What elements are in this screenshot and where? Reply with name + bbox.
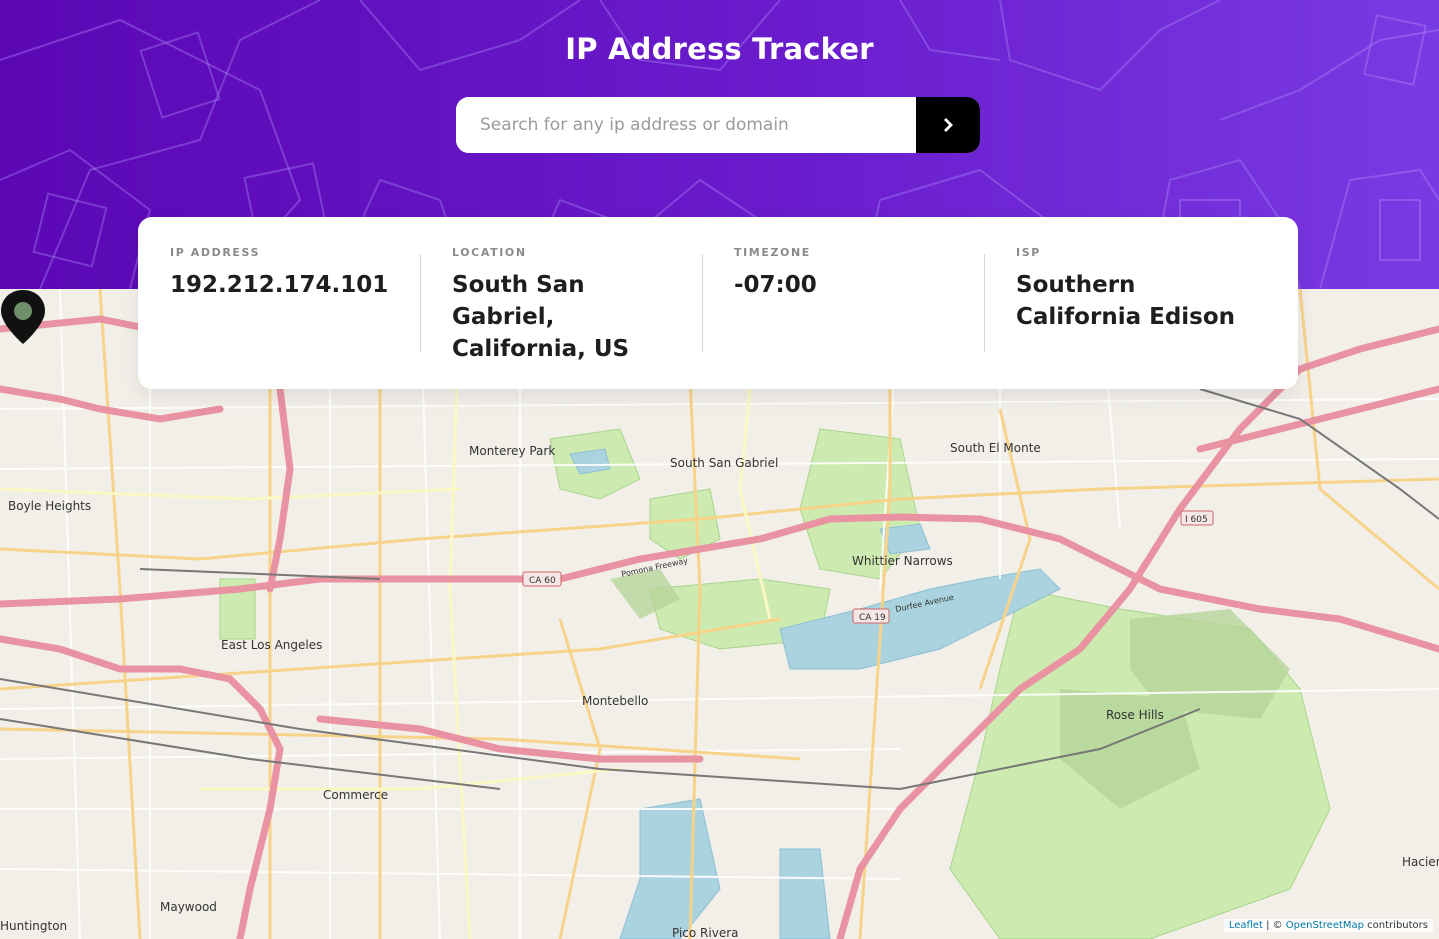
search-button[interactable] [916, 97, 980, 153]
isp-label: ISP [1016, 246, 1041, 259]
ip-value: 192.212.174.101 [170, 272, 389, 298]
ip-section: IP ADDRESS 192.212.174.101 [138, 217, 420, 389]
page-title: IP Address Tracker [565, 32, 874, 66]
chevron-right-icon [944, 118, 953, 132]
location-label: LOCATION [452, 246, 527, 259]
map-shield-ca60: CA 60 [529, 576, 556, 586]
attribution-separator: | © [1262, 920, 1286, 931]
timezone-value: -07:00 [734, 272, 817, 298]
map-label-commerce: Commerce [323, 788, 388, 802]
isp-section: ISP Southern California Edison [984, 217, 1298, 389]
map-attribution: Leaflet | © OpenStreetMap contributors [1223, 919, 1433, 932]
osm-link[interactable]: OpenStreetMap [1286, 920, 1364, 931]
leaflet-link[interactable]: Leaflet [1229, 920, 1263, 931]
search-input[interactable] [456, 97, 916, 153]
isp-value: Southern California Edison [1016, 272, 1236, 330]
map-label-pico-rivera: Pico Rivera [672, 926, 739, 939]
info-card: IP ADDRESS 192.212.174.101 LOCATION Sout… [138, 217, 1298, 389]
map-label-south-el-monte: South El Monte [950, 441, 1041, 455]
map-shield-ca19: CA 19 [859, 613, 886, 623]
location-pin-icon[interactable] [0, 289, 46, 345]
ip-label: IP ADDRESS [170, 246, 261, 259]
map-label-maywood: Maywood [160, 900, 217, 914]
map-label-whittier-narrows: Whittier Narrows [852, 554, 953, 568]
map-label-boyle-heights: Boyle Heights [8, 499, 91, 513]
map-label-monterey-park: Monterey Park [469, 444, 555, 458]
location-value: South San Gabriel, California, US [452, 272, 630, 362]
location-section: LOCATION South San Gabriel, California, … [420, 217, 702, 389]
map-label-east-los-angeles: East Los Angeles [221, 638, 322, 652]
timezone-section: TIMEZONE -07:00 [702, 217, 984, 389]
map-label-huntington: Huntington [0, 919, 67, 933]
map-label-hacien: Hacien [1402, 855, 1439, 869]
map-label-rose-hills: Rose Hills [1106, 708, 1164, 722]
attribution-suffix: contributors [1364, 920, 1428, 931]
map-shield-i605: I 605 [1185, 515, 1208, 525]
timezone-label: TIMEZONE [734, 246, 811, 259]
map-label-montebello: Montebello [582, 694, 648, 708]
map-label-south-san-gabriel: South San Gabriel [670, 456, 778, 470]
search-bar [456, 97, 980, 153]
